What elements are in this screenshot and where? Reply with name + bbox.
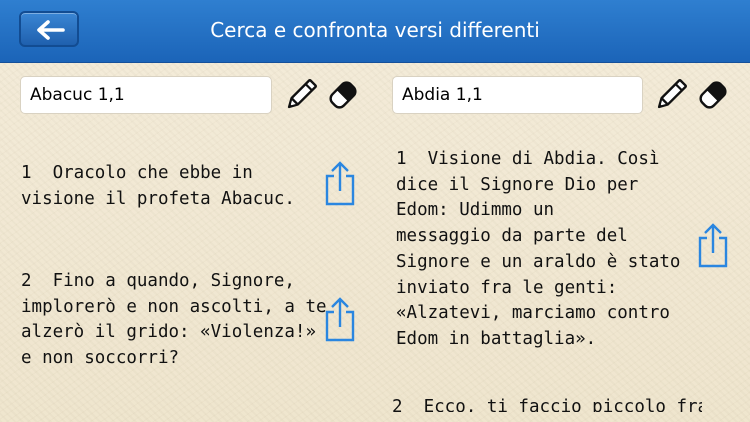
eraser-icon[interactable] — [694, 76, 732, 114]
share-icon[interactable] — [695, 222, 731, 270]
navigation-bar: Cerca e confronta versi differenti — [0, 0, 750, 63]
verse-right-1: 1 Visione di Abdia. Così dice il Signore… — [396, 149, 681, 349]
eraser-icon[interactable] — [324, 76, 362, 114]
reference-input-right[interactable] — [392, 76, 643, 114]
arrow-left-icon — [37, 20, 65, 40]
pencil-icon[interactable] — [282, 76, 320, 114]
back-button[interactable] — [19, 11, 79, 47]
pencil-icon[interactable] — [652, 76, 690, 114]
verse-right-2: 2 Ecco, ti faccio piccolo fra — [392, 397, 702, 412]
share-icon[interactable] — [322, 296, 358, 344]
reference-input-left[interactable] — [20, 76, 272, 114]
verse-left-2: 2 Fino a quando, Signore, implorerò e no… — [21, 271, 327, 369]
share-icon[interactable] — [322, 160, 358, 208]
verse-right-2-clip: 2 Ecco, ti faccio piccolo fra — [392, 395, 702, 412]
verse-left-1: 1 Oracolo che ebbe in visione il profeta… — [21, 163, 295, 209]
page-title: Cerca e confronta versi differenti — [210, 18, 540, 42]
